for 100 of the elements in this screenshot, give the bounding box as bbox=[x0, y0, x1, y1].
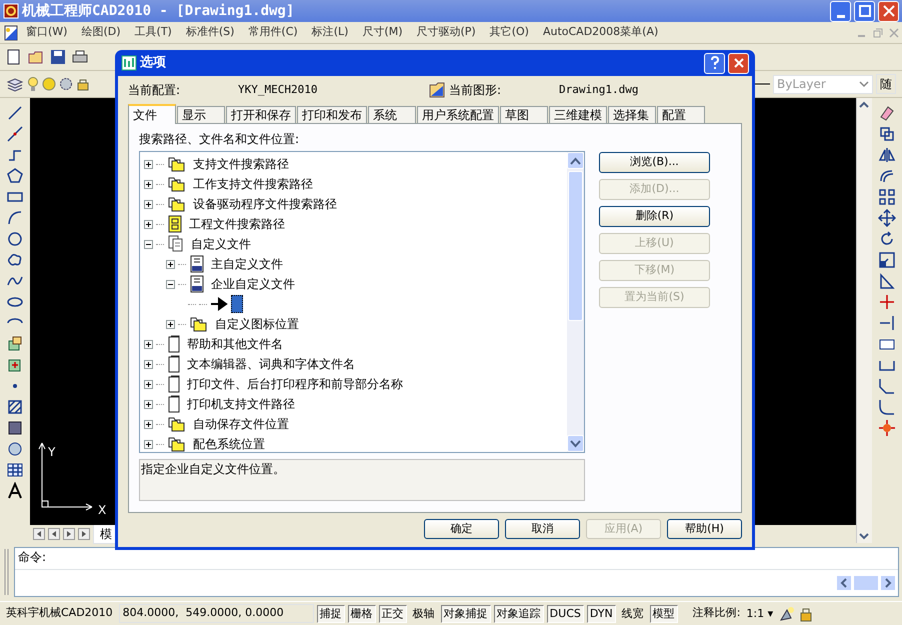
block-icon[interactable] bbox=[6, 335, 24, 353]
tree-item[interactable]: 工作支持文件搜索路径 bbox=[190, 175, 316, 193]
scrollbar[interactable] bbox=[567, 152, 584, 452]
status-toggle[interactable]: DYN bbox=[586, 604, 616, 622]
first-icon[interactable] bbox=[33, 528, 45, 540]
tree-item[interactable]: 支持文件搜索路径 bbox=[190, 155, 292, 173]
expand-toggle[interactable] bbox=[144, 380, 153, 388]
hatch-icon[interactable] bbox=[6, 398, 24, 416]
dialog-tab[interactable]: 打开和保存 bbox=[226, 106, 296, 123]
copy-icon[interactable] bbox=[878, 125, 896, 143]
next-icon[interactable] bbox=[63, 528, 75, 540]
tree-item[interactable]: 打印机支持文件路径 bbox=[184, 395, 298, 413]
expand-toggle[interactable] bbox=[144, 160, 153, 168]
dialog-tab[interactable]: 选择集 bbox=[608, 106, 656, 123]
explode-icon[interactable] bbox=[878, 419, 896, 437]
move-icon[interactable] bbox=[878, 209, 896, 227]
status-toggle[interactable]: DUCS bbox=[546, 604, 584, 622]
annotation-icon[interactable] bbox=[779, 606, 796, 622]
dialog-button[interactable]: 浏览(B)... bbox=[599, 152, 710, 173]
menu-item[interactable]: 尺寸驱动(P) bbox=[409, 24, 483, 41]
menu-item[interactable]: 其它(O) bbox=[482, 24, 536, 41]
dialog-tab[interactable]: 打印和发布 bbox=[297, 106, 367, 123]
close-button[interactable] bbox=[728, 52, 749, 74]
menu-item[interactable]: 窗口(W) bbox=[19, 24, 74, 41]
open-icon[interactable] bbox=[28, 49, 44, 65]
dialog-tab[interactable]: 用户系统配置 bbox=[417, 106, 499, 123]
dialog-tab[interactable]: 三维建模 bbox=[549, 106, 607, 123]
array-icon[interactable] bbox=[878, 188, 896, 206]
tree-item[interactable]: 企业自定义文件 bbox=[208, 275, 298, 293]
gradient-icon[interactable] bbox=[6, 419, 24, 437]
tree-item[interactable]: 帮助和其他文件名 bbox=[184, 335, 286, 353]
region-icon[interactable] bbox=[6, 440, 24, 458]
tree-item[interactable]: 打印文件、后台打印程序和前导部分名称 bbox=[184, 375, 406, 393]
status-toggle[interactable]: 对象捕捉 bbox=[440, 604, 491, 622]
stretch-icon[interactable] bbox=[878, 272, 896, 290]
status-toggle[interactable]: 捕捉 bbox=[316, 604, 345, 622]
dropdown-text[interactable]: 随 bbox=[876, 74, 896, 94]
fillet-icon[interactable] bbox=[878, 398, 896, 416]
dialog-tab[interactable]: 系统 bbox=[368, 106, 416, 123]
menu-item[interactable]: 常用件(C) bbox=[241, 24, 305, 41]
tree-item[interactable]: 工程文件搜索路径 bbox=[186, 215, 288, 233]
minimize-button[interactable] bbox=[830, 0, 851, 22]
tree-item[interactable]: 自定义文件 bbox=[188, 235, 254, 253]
tree-item[interactable]: 配色系统位置 bbox=[190, 435, 268, 452]
dialog-button[interactable]: 帮助(H) bbox=[667, 519, 742, 539]
dialog-button[interactable]: 删除(R) bbox=[599, 206, 710, 227]
expand-toggle[interactable] bbox=[166, 260, 175, 268]
lock-icon[interactable] bbox=[798, 606, 814, 622]
collapse-toggle[interactable] bbox=[166, 280, 175, 288]
menu-item[interactable]: 标准件(S) bbox=[178, 24, 242, 41]
selected-entry[interactable] bbox=[231, 295, 243, 313]
tree-item[interactable]: 设备驱动程序文件搜索路径 bbox=[190, 195, 340, 213]
eraser-icon[interactable] bbox=[878, 104, 896, 122]
table-icon[interactable] bbox=[6, 461, 24, 479]
print-icon[interactable] bbox=[72, 49, 88, 65]
multiline-text-icon[interactable] bbox=[6, 482, 24, 500]
maximize-button[interactable] bbox=[854, 0, 875, 22]
expand-toggle[interactable] bbox=[144, 180, 153, 188]
dialog-tab[interactable]: 显示 bbox=[177, 106, 225, 123]
line-icon[interactable] bbox=[6, 104, 24, 122]
scroll-left-icon[interactable] bbox=[837, 576, 851, 590]
tree-item[interactable]: 主自定义文件 bbox=[208, 255, 286, 273]
layers-icon[interactable] bbox=[6, 76, 24, 92]
extend-icon[interactable] bbox=[878, 314, 896, 332]
menu-item[interactable]: 标注(L) bbox=[304, 24, 356, 41]
menu-item[interactable]: 工具(T) bbox=[128, 24, 179, 41]
circle-icon[interactable] bbox=[6, 230, 24, 248]
status-toggle[interactable]: 栅格 bbox=[348, 604, 376, 622]
help-button[interactable] bbox=[704, 52, 725, 74]
menu-item[interactable]: 尺寸(M) bbox=[355, 24, 410, 41]
status-toggle[interactable]: 模型 bbox=[650, 604, 678, 622]
expand-toggle[interactable] bbox=[144, 440, 153, 448]
construction-line-icon[interactable] bbox=[6, 125, 24, 143]
expand-toggle[interactable] bbox=[144, 400, 153, 408]
scale-icon[interactable] bbox=[878, 251, 896, 269]
previous-icon[interactable] bbox=[48, 528, 60, 540]
expand-toggle[interactable] bbox=[144, 340, 153, 348]
menu-item[interactable]: AutoCAD2008菜单(A) bbox=[536, 24, 666, 41]
dialog-button[interactable]: 取消 bbox=[505, 519, 580, 539]
chamfer-icon[interactable] bbox=[878, 377, 896, 395]
lock-icon[interactable] bbox=[76, 77, 90, 91]
menu-item[interactable]: 绘图(D) bbox=[74, 24, 128, 41]
save-icon[interactable] bbox=[50, 49, 66, 65]
close-button[interactable] bbox=[878, 0, 899, 22]
expand-toggle[interactable] bbox=[144, 220, 153, 228]
polygon-icon[interactable] bbox=[6, 167, 24, 185]
arc-icon[interactable] bbox=[6, 209, 24, 227]
mirror-icon[interactable] bbox=[878, 146, 896, 164]
scroll-thumb-icon[interactable] bbox=[854, 576, 878, 590]
trim-icon[interactable] bbox=[878, 293, 896, 311]
tree-item[interactable]: 自定义图标位置 bbox=[212, 315, 302, 333]
last-icon[interactable] bbox=[78, 528, 90, 540]
status-toggle[interactable]: 正交 bbox=[378, 604, 407, 622]
dialog-tab[interactable]: 配置 bbox=[657, 106, 705, 123]
dialog-button[interactable]: 确定 bbox=[424, 519, 499, 539]
new-file-icon[interactable] bbox=[6, 49, 22, 65]
expand-toggle[interactable] bbox=[144, 200, 153, 208]
status-toggle[interactable]: 对象追踪 bbox=[494, 604, 544, 622]
light-bulb-icon[interactable] bbox=[27, 76, 39, 92]
expand-toggle[interactable] bbox=[144, 420, 153, 428]
